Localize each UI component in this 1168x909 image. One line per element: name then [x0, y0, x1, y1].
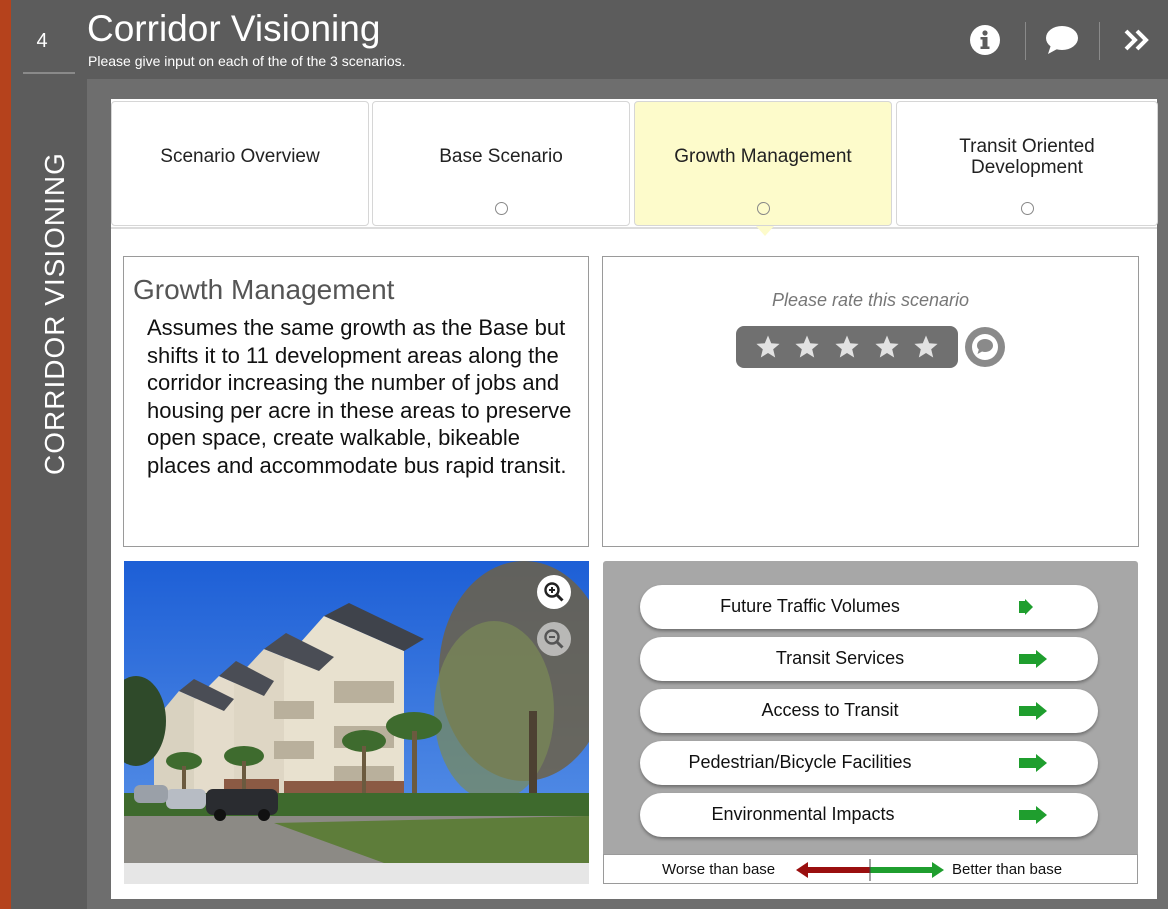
- tab-label: Scenario Overview: [160, 146, 320, 167]
- left-rail: 4 CORRIDOR VISIONING: [11, 0, 87, 909]
- indicator-label: Transit Services: [775, 648, 905, 668]
- zoom-in-icon: [544, 582, 564, 602]
- indicator-legend: Worse than base Better than base: [603, 854, 1138, 884]
- indicator-row[interactable]: Access to Transit: [640, 689, 1098, 733]
- accent-edge: [0, 0, 11, 909]
- legend-worse-label: Worse than base: [662, 861, 776, 878]
- rating-comment-button[interactable]: [965, 327, 1005, 367]
- green-arrow-right-icon: [1019, 599, 1033, 615]
- star-icon[interactable]: [874, 334, 900, 360]
- indicator-row[interactable]: Transit Services: [640, 637, 1098, 681]
- tab-bar-divider: [111, 227, 1157, 229]
- step-number: 4: [36, 30, 48, 52]
- rail-divider: [23, 72, 75, 74]
- indicator-row[interactable]: Environmental Impacts: [640, 793, 1098, 837]
- zoom-out-button[interactable]: [537, 622, 571, 656]
- rail-title: CORRIDOR VISIONING: [39, 152, 70, 475]
- double-chevron-right-icon: [1124, 29, 1149, 51]
- indicator-row[interactable]: Pedestrian/Bicycle Facilities: [640, 741, 1098, 785]
- indicator-label: Future Traffic Volumes: [720, 596, 900, 616]
- scenario-tabs: Scenario Overview Base Scenario Growth M…: [111, 101, 1158, 227]
- tab-status-dot: [1021, 202, 1034, 215]
- zoom-out-icon: [544, 629, 564, 649]
- rating-panel: Please rate this scenario: [602, 256, 1139, 547]
- legend-arrows-icon: [796, 859, 944, 881]
- green-arrow-right-icon: [1019, 806, 1047, 824]
- tab-status-dot: [495, 202, 508, 215]
- green-arrow-right-icon: [1019, 650, 1047, 668]
- active-tab-pointer: [756, 226, 774, 236]
- tab-growth-management[interactable]: Growth Management: [634, 101, 892, 226]
- tab-transit-oriented-development[interactable]: Transit Oriented Development: [896, 101, 1158, 226]
- star-icon[interactable]: [834, 334, 860, 360]
- green-arrow-right-icon: [1019, 754, 1047, 772]
- indicator-label: Access to Transit: [761, 700, 899, 720]
- page-title: Corridor Visioning: [87, 8, 381, 49]
- info-icon: [970, 25, 1000, 55]
- scenario-description-panel: Growth Management Assumes the same growt…: [123, 256, 589, 547]
- apartment-photo: [124, 561, 589, 863]
- indicator-label: Pedestrian/Bicycle Facilities: [688, 752, 912, 772]
- scenario-photo: [124, 561, 589, 884]
- impact-indicators: Future Traffic Volumes Transit Services …: [603, 561, 1138, 884]
- green-arrow-right-icon: [1019, 702, 1047, 720]
- header-separator: [1025, 22, 1026, 60]
- header-separator: [1099, 22, 1100, 60]
- zoom-in-button[interactable]: [537, 575, 571, 609]
- rating-prompt: Please rate this scenario: [771, 290, 970, 310]
- tab-base-scenario[interactable]: Base Scenario: [372, 101, 630, 226]
- tab-label: Base Scenario: [439, 146, 563, 167]
- indicator-row[interactable]: Future Traffic Volumes: [640, 585, 1098, 629]
- comment-icon: [1046, 26, 1078, 54]
- comment-button[interactable]: [1042, 20, 1082, 60]
- tab-label: Transit Oriented Development: [959, 135, 1095, 178]
- star-icon[interactable]: [913, 334, 939, 360]
- tab-label: Growth Management: [674, 146, 852, 167]
- tab-scenario-overview[interactable]: Scenario Overview: [111, 101, 369, 226]
- expand-button[interactable]: [1117, 20, 1157, 60]
- comment-icon: [972, 334, 998, 360]
- scenario-title: Growth Management: [133, 274, 395, 305]
- legend-better-label: Better than base: [952, 861, 1063, 878]
- star-rating: [736, 326, 958, 368]
- scenario-description: Assumes the same growth as the Base but …: [147, 315, 572, 478]
- indicator-label: Environmental Impacts: [711, 804, 895, 824]
- star-icon[interactable]: [755, 334, 781, 360]
- header: Corridor Visioning Please give input on …: [87, 0, 1168, 79]
- tab-status-dot: [757, 202, 770, 215]
- star-icon[interactable]: [794, 334, 820, 360]
- page-subtitle: Please give input on each of the of the …: [88, 53, 406, 69]
- info-button[interactable]: [965, 20, 1005, 60]
